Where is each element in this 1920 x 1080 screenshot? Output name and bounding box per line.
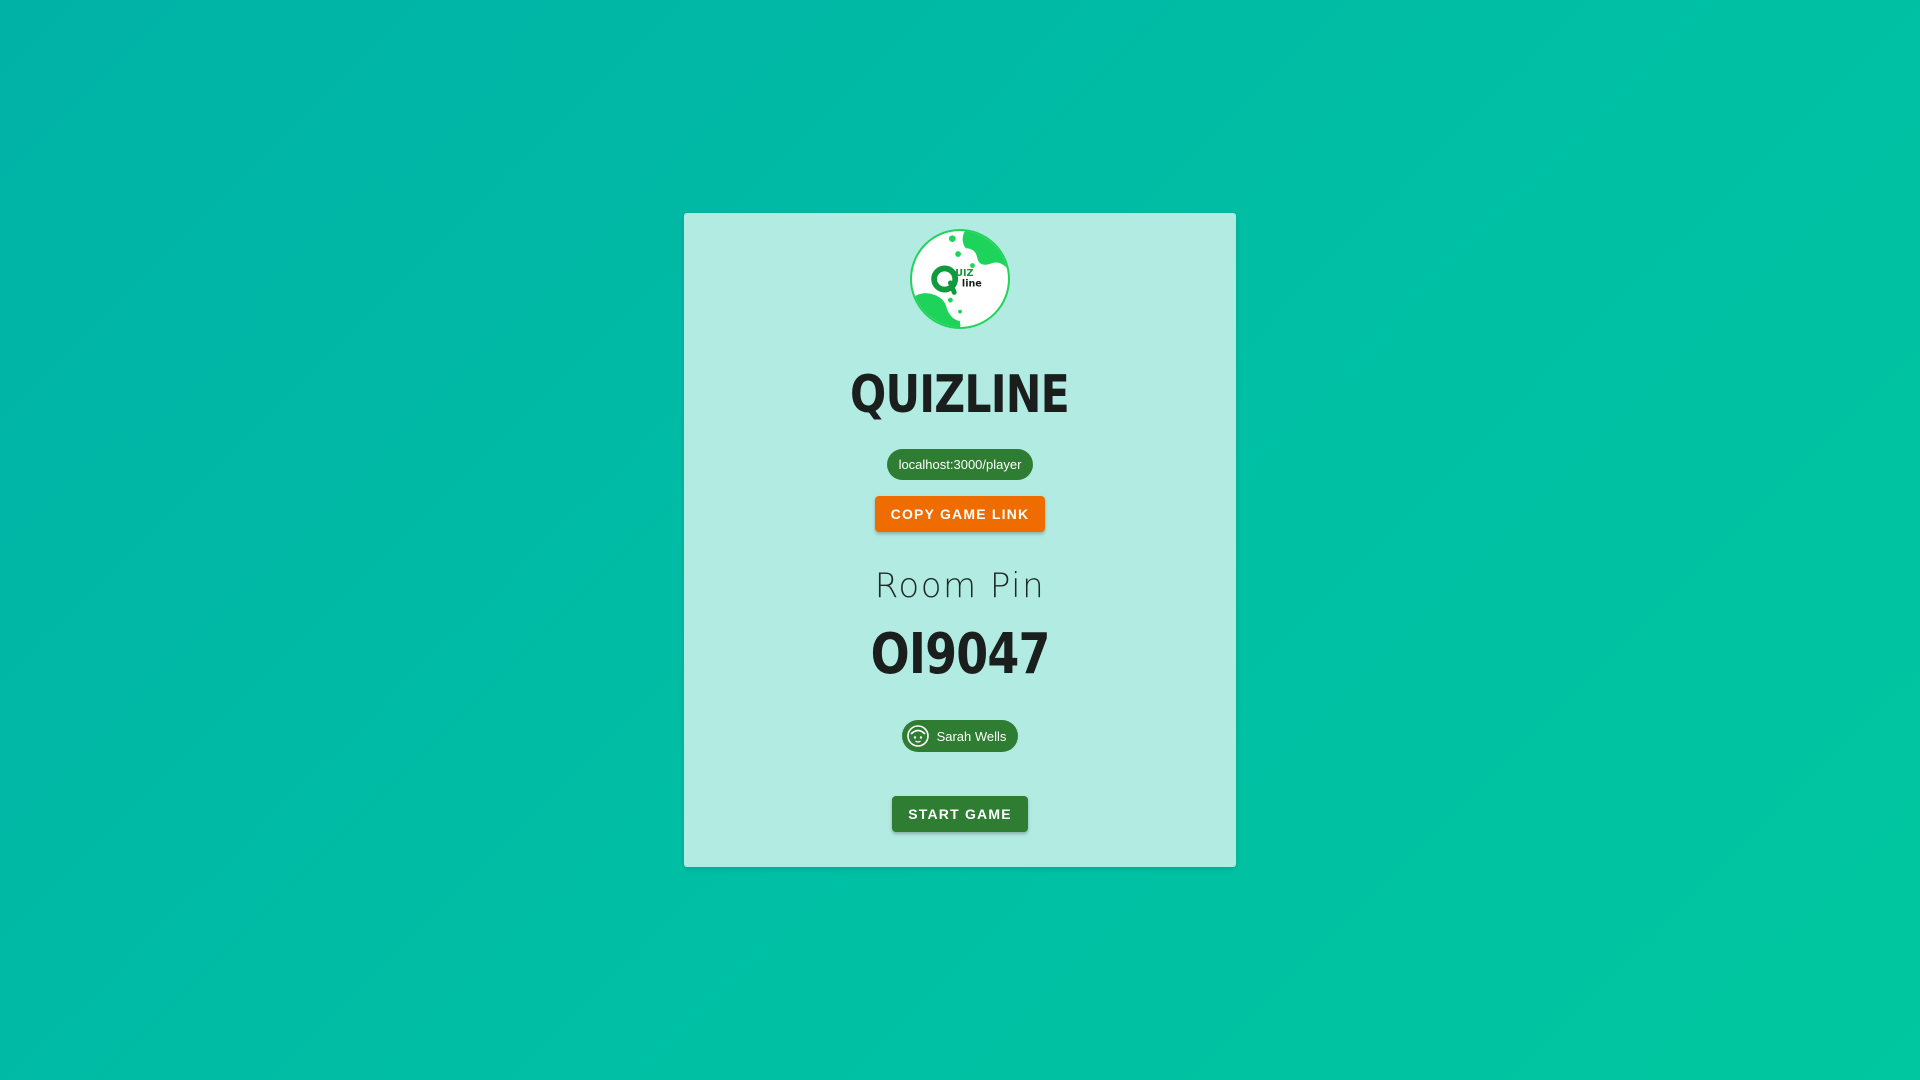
- room-pin-value: OI9047: [870, 622, 1050, 687]
- room-pin-label: Room Pin: [874, 566, 1046, 606]
- game-link-chip[interactable]: localhost:3000/player: [886, 449, 1034, 480]
- start-game-button[interactable]: START GAME: [892, 796, 1028, 832]
- logo-word-quiz: UIZ: [955, 268, 973, 279]
- logo-graphic: UIZ line: [912, 231, 1008, 327]
- copy-game-link-button[interactable]: COPY GAME LINK: [874, 496, 1046, 532]
- quizline-logo: UIZ line: [910, 229, 1010, 329]
- face-icon: [906, 725, 929, 747]
- logo-word-line: line: [962, 279, 982, 290]
- app-title: QUIZLINE: [850, 365, 1071, 425]
- lobby-card: UIZ line QUIZLINE localhost:3000/player …: [684, 213, 1236, 867]
- player-chip[interactable]: Sarah Wells: [901, 720, 1019, 752]
- player-name: Sarah Wells: [936, 728, 1007, 744]
